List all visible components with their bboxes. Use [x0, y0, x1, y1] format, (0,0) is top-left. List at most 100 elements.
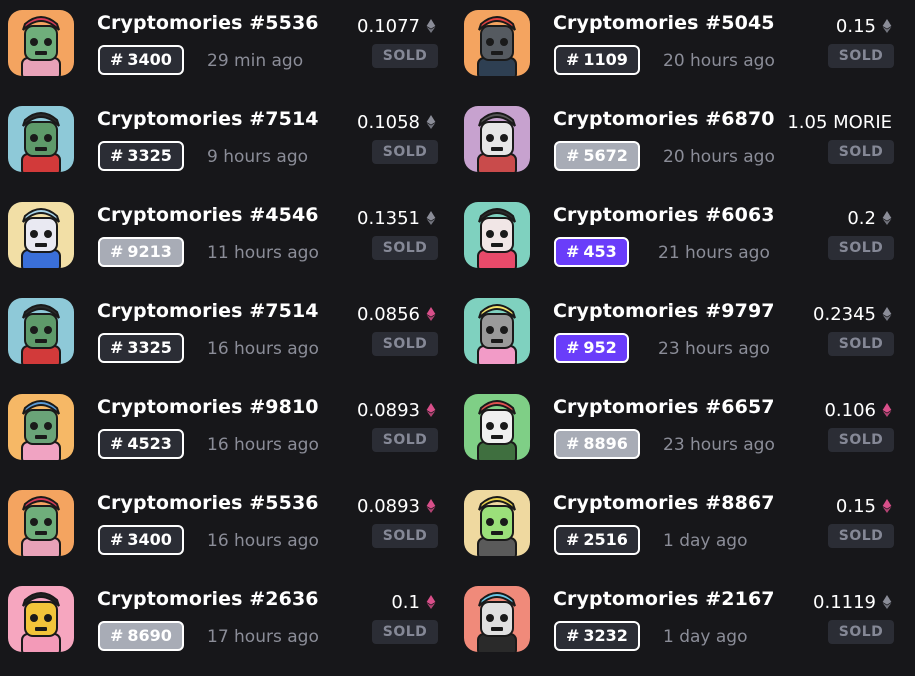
eth-gray-icon — [426, 19, 436, 33]
sale-price: 0.15 — [836, 16, 892, 37]
hash-icon: # — [110, 146, 124, 165]
sale-time: 16 hours ago — [207, 339, 319, 359]
hash-icon: # — [566, 530, 580, 549]
eth-gray-icon — [426, 115, 436, 129]
rank-badge: #8690 — [98, 621, 184, 651]
sale-price: 1.05 MORIE — [787, 112, 892, 133]
sale-card[interactable]: Cryptomories #5536 #3400 29 min ago 0.1077 S… — [0, 4, 458, 100]
nft-title[interactable]: Cryptomories #5536 — [97, 12, 319, 34]
rank-number: 9213 — [127, 242, 172, 261]
nft-avatar-image[interactable] — [8, 586, 74, 652]
nft-avatar-image[interactable] — [8, 394, 74, 460]
price-value: 0.1351 — [357, 208, 420, 229]
sale-card[interactable]: Cryptomories #2167 #3232 1 day ago 0.1119 SO… — [456, 580, 914, 676]
sold-badge: SOLD — [372, 140, 438, 164]
sale-time: 9 hours ago — [207, 147, 309, 167]
sold-badge: SOLD — [828, 332, 894, 356]
hash-icon: # — [110, 338, 124, 357]
nft-avatar-image[interactable] — [464, 10, 530, 76]
price-value: 0.2345 — [813, 304, 876, 325]
sale-card[interactable]: Cryptomories #6657 #8896 23 hours ago 0.106… — [456, 388, 914, 484]
sale-price: 0.1351 — [357, 208, 436, 229]
sale-price: 0.2345 — [813, 304, 892, 325]
sale-time: 23 hours ago — [658, 339, 770, 359]
sale-card[interactable]: Cryptomories #9810 #4523 16 hours ago 0.089… — [0, 388, 458, 484]
sale-card[interactable]: Cryptomories #7514 #3325 9 hours ago 0.1058… — [0, 100, 458, 196]
nft-title[interactable]: Cryptomories #9797 — [553, 300, 775, 322]
nft-avatar-image[interactable] — [464, 202, 530, 268]
eth-gray-icon — [426, 211, 436, 225]
rank-badge: #952 — [554, 333, 629, 363]
nft-avatar-image[interactable] — [8, 10, 74, 76]
sale-card[interactable]: Cryptomories #4546 #9213 11 hours ago 0.135… — [0, 196, 458, 292]
nft-avatar-image[interactable] — [464, 106, 530, 172]
sale-card[interactable]: Cryptomories #6870 #5672 20 hours ago 1.05 … — [456, 100, 914, 196]
nft-avatar-image[interactable] — [8, 106, 74, 172]
price-value: 0.1 — [391, 592, 420, 613]
sale-card[interactable]: Cryptomories #8867 #2516 1 day ago 0.15 SOLD — [456, 484, 914, 580]
sale-time: 21 hours ago — [658, 243, 770, 263]
nft-title[interactable]: Cryptomories #6657 — [553, 396, 775, 418]
sale-time: 16 hours ago — [207, 531, 319, 551]
hash-icon: # — [110, 530, 124, 549]
rank-badge: #3325 — [98, 141, 184, 171]
rank-number: 3400 — [127, 530, 172, 549]
eth-gray-icon — [882, 19, 892, 33]
nft-avatar-image[interactable] — [8, 490, 74, 556]
sale-price: 0.0856 — [357, 304, 436, 325]
price-value: 0.2 — [847, 208, 876, 229]
price-value: 1.05 MORIE — [787, 112, 892, 133]
sold-badge: SOLD — [372, 236, 438, 260]
price-value: 0.15 — [835, 16, 876, 37]
nft-title[interactable]: Cryptomories #5045 — [553, 12, 775, 34]
nft-title[interactable]: Cryptomories #6870 — [553, 108, 775, 130]
sold-badge: SOLD — [828, 524, 894, 548]
price-value: 0.15 — [835, 496, 876, 517]
sale-card[interactable]: Cryptomories #6063 #453 21 hours ago 0.2 SOL… — [456, 196, 914, 292]
rank-number: 3400 — [127, 50, 172, 69]
nft-title[interactable]: Cryptomories #4546 — [97, 204, 319, 226]
sale-card[interactable]: Cryptomories #2636 #8690 17 hours ago 0.1 SO… — [0, 580, 458, 676]
eth-gray-icon — [882, 211, 892, 225]
recent-sales-grid: Cryptomories #5536 #3400 29 min ago 0.1077 S… — [0, 0, 915, 665]
nft-title[interactable]: Cryptomories #7514 — [97, 108, 319, 130]
hash-icon: # — [566, 626, 580, 645]
sold-badge: SOLD — [828, 140, 894, 164]
hash-icon: # — [110, 50, 124, 69]
sale-time: 29 min ago — [207, 51, 304, 71]
sale-card[interactable]: Cryptomories #5536 #3400 16 hours ago 0.089… — [0, 484, 458, 580]
rank-badge: #5672 — [554, 141, 640, 171]
hash-icon: # — [566, 146, 580, 165]
eth-pink-icon — [426, 499, 436, 513]
sale-time: 16 hours ago — [207, 435, 319, 455]
nft-title[interactable]: Cryptomories #2167 — [553, 588, 775, 610]
eth-gray-icon — [882, 307, 892, 321]
sale-card[interactable]: Cryptomories #5045 #1109 20 hours ago 0.15 S… — [456, 4, 914, 100]
nft-title[interactable]: Cryptomories #8867 — [553, 492, 775, 514]
sale-price: 0.1058 — [357, 112, 436, 133]
nft-title[interactable]: Cryptomories #6063 — [553, 204, 775, 226]
sold-badge: SOLD — [828, 428, 894, 452]
nft-avatar-image[interactable] — [464, 394, 530, 460]
rank-badge: #1109 — [554, 45, 640, 75]
sale-time: 17 hours ago — [207, 627, 319, 647]
rank-number: 3325 — [127, 146, 172, 165]
sale-card[interactable]: Cryptomories #7514 #3325 16 hours ago 0.085… — [0, 292, 458, 388]
nft-title[interactable]: Cryptomories #5536 — [97, 492, 319, 514]
nft-avatar-image[interactable] — [464, 586, 530, 652]
nft-avatar-image[interactable] — [8, 202, 74, 268]
nft-title[interactable]: Cryptomories #9810 — [97, 396, 319, 418]
price-value: 0.1058 — [357, 112, 420, 133]
nft-title[interactable]: Cryptomories #7514 — [97, 300, 319, 322]
nft-avatar-image[interactable] — [464, 298, 530, 364]
sale-card[interactable]: Cryptomories #9797 #952 23 hours ago 0.2345… — [456, 292, 914, 388]
price-value: 0.1119 — [813, 592, 876, 613]
rank-badge: #453 — [554, 237, 629, 267]
hash-icon: # — [566, 338, 580, 357]
rank-number: 3325 — [127, 338, 172, 357]
nft-title[interactable]: Cryptomories #2636 — [97, 588, 319, 610]
sale-time: 1 day ago — [663, 627, 748, 647]
nft-avatar-image[interactable] — [464, 490, 530, 556]
nft-avatar-image[interactable] — [8, 298, 74, 364]
price-value: 0.0856 — [357, 304, 420, 325]
